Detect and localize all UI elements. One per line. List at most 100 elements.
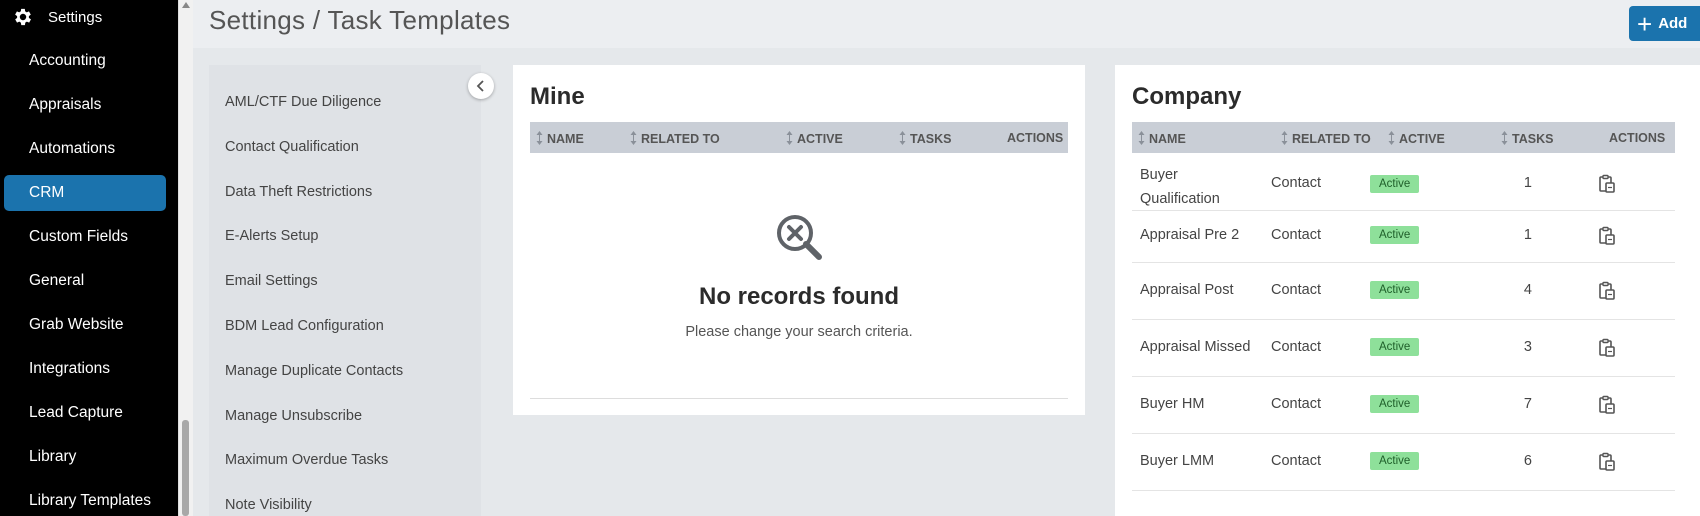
sidebar-item-grab-website[interactable]: Grab Website [4, 307, 166, 343]
row-name: Buyer LMM [1140, 453, 1215, 469]
collapse-menu-button[interactable] [468, 73, 494, 99]
submenu-item[interactable]: Manage Unsubscribe [225, 408, 362, 424]
gear-icon [15, 8, 31, 26]
sidebar-scrollbar[interactable] [178, 0, 194, 516]
row-tasks-count: 1 [1523, 227, 1532, 243]
divider [530, 398, 1068, 399]
sort-icon [786, 131, 793, 145]
submenu-item[interactable]: Email Settings [225, 273, 318, 289]
status-badge: Active [1370, 395, 1420, 413]
sidebar-item-crm[interactable]: CRM [4, 175, 166, 211]
submenu-item[interactable]: Contact Qualification [225, 139, 359, 155]
company-panel: Company NAME RELATED TO ACTIVE TASKS ACT… [1115, 65, 1700, 516]
empty-state-subtitle: Please change your search criteria. [685, 324, 913, 340]
task-settings-menu: AML/CTF Due Diligence Contact Qualificat… [209, 65, 481, 516]
sidebar-header-label: Settings [48, 8, 103, 26]
empty-state-title: No records found [698, 283, 899, 310]
sidebar-item-custom-fields[interactable]: Custom Fields [4, 219, 166, 255]
status-badge: Active [1370, 175, 1420, 193]
table-row[interactable]: Appraisal Missed Contact Active 3 [1132, 319, 1675, 377]
copy-template-icon[interactable] [1598, 174, 1616, 194]
mine-panel: Mine NAME RELATED TO ACTIVE TASKS ACTION… [513, 65, 1085, 415]
no-results-search-icon [777, 215, 822, 260]
sort-icon [1388, 131, 1395, 145]
copy-template-icon[interactable] [1598, 452, 1616, 472]
page-title: Settings / Task Templates [209, 5, 511, 35]
column-header-label: RELATED TO [1292, 132, 1371, 146]
row-tasks-count: 6 [1523, 453, 1532, 469]
mine-table-header: NAME RELATED TO ACTIVE TASKS ACTIONS [530, 122, 1068, 153]
submenu-item[interactable]: BDM Lead Configuration [225, 318, 384, 334]
sidebar-item-lead-capture[interactable]: Lead Capture [4, 395, 166, 431]
copy-template-icon[interactable] [1598, 338, 1616, 358]
row-related-to: Contact [1271, 227, 1321, 243]
row-name: Buyer Qualification [1140, 163, 1220, 211]
chevron-left-icon [476, 80, 484, 92]
sidebar-header[interactable]: Settings [0, 0, 178, 34]
sidebar-item-label: Accounting [29, 52, 106, 69]
column-header-active[interactable]: ACTIVE [786, 131, 843, 146]
settings-sidebar: Settings Accounting Appraisals Automatio… [0, 0, 178, 516]
row-tasks-count: 3 [1523, 339, 1532, 355]
copy-template-icon[interactable] [1598, 281, 1616, 301]
sidebar-item-automations[interactable]: Automations [4, 131, 166, 167]
scroll-up-icon[interactable] [182, 2, 190, 8]
status-badge: Active [1370, 338, 1420, 356]
column-header-tasks[interactable]: TASKS [899, 131, 951, 146]
table-row[interactable]: Buyer HM Contact Active 7 [1132, 376, 1675, 434]
submenu-item[interactable]: E-Alerts Setup [225, 228, 319, 244]
sidebar-item-label: Grab Website [29, 316, 124, 333]
sidebar-item-accounting[interactable]: Accounting [4, 43, 166, 79]
submenu-item[interactable]: Note Visibility [225, 497, 312, 513]
sidebar-item-appraisals[interactable]: Appraisals [4, 87, 166, 123]
plus-icon: + [1637, 8, 1653, 39]
scrollbar-thumb[interactable] [182, 420, 189, 516]
sort-icon [1138, 131, 1145, 145]
row-name-line: Qualification [1140, 191, 1220, 207]
row-related-to: Contact [1271, 396, 1321, 412]
sidebar-item-general[interactable]: General [4, 263, 166, 299]
row-related-to: Contact [1271, 175, 1321, 191]
table-row[interactable]: Appraisal Pre 2 Contact Active 1 [1132, 210, 1675, 263]
status-badge: Active [1370, 226, 1420, 244]
sidebar-item-library-templates[interactable]: Library Templates [4, 483, 166, 516]
column-header-active[interactable]: ACTIVE [1388, 131, 1445, 146]
row-related-to: Contact [1271, 453, 1321, 469]
row-name-line: Buyer [1140, 167, 1178, 183]
sort-icon [536, 131, 543, 145]
row-name: Appraisal Pre 2 [1140, 227, 1240, 243]
submenu-item[interactable]: AML/CTF Due Diligence [225, 94, 381, 110]
copy-template-icon[interactable] [1598, 226, 1616, 246]
submenu-item[interactable]: Manage Duplicate Contacts [225, 363, 403, 379]
submenu-item[interactable]: Data Theft Restrictions [225, 184, 372, 200]
table-row[interactable]: Appraisal Post Contact Active 4 [1132, 262, 1675, 320]
sidebar-item-label: CRM [29, 184, 65, 201]
row-tasks-count: 4 [1523, 282, 1532, 298]
row-related-to: Contact [1271, 339, 1321, 355]
column-header-actions: ACTIONS [1609, 131, 1665, 145]
table-row[interactable]: Buyer LMM Contact Active 6 [1132, 433, 1675, 491]
add-button-label: Add [1658, 15, 1688, 32]
copy-template-icon[interactable] [1598, 395, 1616, 415]
add-button[interactable]: + Add [1629, 6, 1700, 41]
column-header-name[interactable]: NAME [1138, 131, 1186, 146]
sidebar-item-label: Library [29, 448, 77, 465]
sidebar-item-label: Lead Capture [29, 404, 123, 421]
table-row[interactable]: Buyer Qualification Contact Active 1 [1132, 153, 1675, 211]
column-header-label: NAME [1149, 132, 1186, 146]
sidebar-item-integrations[interactable]: Integrations [4, 351, 166, 387]
sidebar-item-label: Integrations [29, 360, 110, 377]
column-header-label: ACTIVE [797, 132, 843, 146]
column-header-related-to[interactable]: RELATED TO [630, 131, 720, 146]
sidebar-item-label: Custom Fields [29, 228, 129, 245]
status-badge: Active [1370, 281, 1420, 299]
column-header-name[interactable]: NAME [536, 131, 584, 146]
column-header-label: TASKS [1512, 132, 1554, 146]
sidebar-item-label: Library Templates [29, 492, 152, 509]
sidebar-item-library[interactable]: Library [4, 439, 166, 475]
column-header-related-to[interactable]: RELATED TO [1281, 131, 1371, 146]
sidebar-item-label: Automations [29, 140, 116, 157]
submenu-item[interactable]: Maximum Overdue Tasks [225, 452, 388, 468]
column-header-tasks[interactable]: TASKS [1501, 131, 1553, 146]
column-header-actions: ACTIONS [1007, 131, 1063, 145]
